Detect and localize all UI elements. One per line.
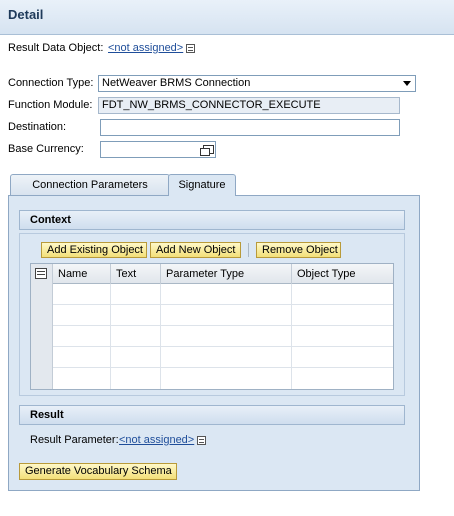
connection-type-value: NetWeaver BRMS Connection bbox=[102, 77, 251, 89]
table-cell[interactable] bbox=[161, 326, 292, 347]
table-cell[interactable] bbox=[292, 368, 393, 389]
column-select-icon[interactable] bbox=[35, 268, 47, 279]
detail-header: Detail bbox=[0, 0, 454, 35]
table-cell[interactable] bbox=[161, 368, 292, 389]
calendar-icon[interactable] bbox=[200, 145, 214, 156]
table-cell[interactable] bbox=[292, 326, 393, 347]
column-header-object-type[interactable]: Object Type bbox=[292, 264, 393, 284]
row-selector[interactable] bbox=[31, 305, 53, 326]
tab-connection-parameters[interactable]: Connection Parameters bbox=[10, 174, 170, 196]
row-selector[interactable] bbox=[31, 368, 53, 389]
destination-input[interactable] bbox=[100, 119, 400, 136]
table-cell[interactable] bbox=[53, 326, 111, 347]
column-header-name[interactable]: Name bbox=[53, 264, 111, 284]
value-help-icon[interactable] bbox=[186, 44, 195, 53]
table-cell[interactable] bbox=[53, 347, 111, 368]
result-title: Result bbox=[30, 409, 64, 421]
result-section-header: Result bbox=[19, 405, 405, 425]
result-parameter-link[interactable]: <not assigned> bbox=[119, 434, 194, 446]
table-cell[interactable] bbox=[53, 284, 111, 305]
add-existing-object-button[interactable]: Add Existing Object bbox=[41, 242, 147, 258]
result-data-object-label: Result Data Object: bbox=[8, 42, 104, 54]
table-header: Name Text Parameter Type Object Type bbox=[31, 264, 393, 284]
tab-signature-label: Signature bbox=[178, 179, 226, 191]
table-row[interactable] bbox=[31, 347, 393, 368]
table-cell[interactable] bbox=[161, 284, 292, 305]
table-cell[interactable] bbox=[161, 347, 292, 368]
table-row[interactable] bbox=[31, 326, 393, 347]
table-cell[interactable] bbox=[53, 368, 111, 389]
function-module-value: FDT_NW_BRMS_CONNECTOR_EXECUTE bbox=[102, 99, 321, 111]
remove-object-button[interactable]: Remove Object bbox=[256, 242, 341, 258]
table-row[interactable] bbox=[31, 284, 393, 305]
function-module-label: Function Module: bbox=[8, 99, 93, 111]
tab-signature[interactable]: Signature bbox=[168, 174, 236, 196]
table-cell[interactable] bbox=[111, 368, 161, 389]
connection-type-label: Connection Type: bbox=[8, 77, 94, 89]
table-cell[interactable] bbox=[53, 305, 111, 326]
table-cell[interactable] bbox=[111, 305, 161, 326]
generate-vocabulary-schema-button[interactable]: Generate Vocabulary Schema bbox=[19, 463, 177, 480]
column-select-cell[interactable] bbox=[31, 264, 53, 284]
base-currency-input[interactable] bbox=[100, 141, 216, 158]
result-data-object-link[interactable]: <not assigned> bbox=[108, 42, 183, 54]
table-cell[interactable] bbox=[292, 305, 393, 326]
page-title: Detail bbox=[8, 7, 44, 22]
add-new-object-button[interactable]: Add New Object bbox=[150, 242, 241, 258]
table-cell[interactable] bbox=[292, 347, 393, 368]
table-cell[interactable] bbox=[292, 284, 393, 305]
column-header-text[interactable]: Text bbox=[111, 264, 161, 284]
table-cell[interactable] bbox=[111, 284, 161, 305]
context-title: Context bbox=[30, 214, 71, 226]
context-table: Name Text Parameter Type Object Type bbox=[30, 263, 394, 390]
table-row[interactable] bbox=[31, 368, 393, 389]
table-row[interactable] bbox=[31, 305, 393, 326]
row-selector[interactable] bbox=[31, 326, 53, 347]
value-help-icon[interactable] bbox=[197, 436, 206, 445]
context-section-header: Context bbox=[19, 210, 405, 230]
base-currency-label: Base Currency: bbox=[8, 143, 84, 155]
row-selector[interactable] bbox=[31, 284, 53, 305]
table-cell[interactable] bbox=[161, 305, 292, 326]
table-cell[interactable] bbox=[111, 347, 161, 368]
destination-label: Destination: bbox=[8, 121, 67, 133]
row-selector[interactable] bbox=[31, 347, 53, 368]
function-module-field[interactable]: FDT_NW_BRMS_CONNECTOR_EXECUTE bbox=[98, 97, 400, 114]
connection-type-select[interactable]: NetWeaver BRMS Connection bbox=[98, 75, 416, 92]
column-header-parameter-type[interactable]: Parameter Type bbox=[161, 264, 292, 284]
result-parameter-label: Result Parameter: bbox=[30, 434, 119, 446]
tab-connection-parameters-label: Connection Parameters bbox=[32, 179, 148, 191]
chevron-down-icon[interactable] bbox=[403, 81, 411, 86]
toolbar-separator bbox=[248, 243, 249, 257]
table-cell[interactable] bbox=[111, 326, 161, 347]
